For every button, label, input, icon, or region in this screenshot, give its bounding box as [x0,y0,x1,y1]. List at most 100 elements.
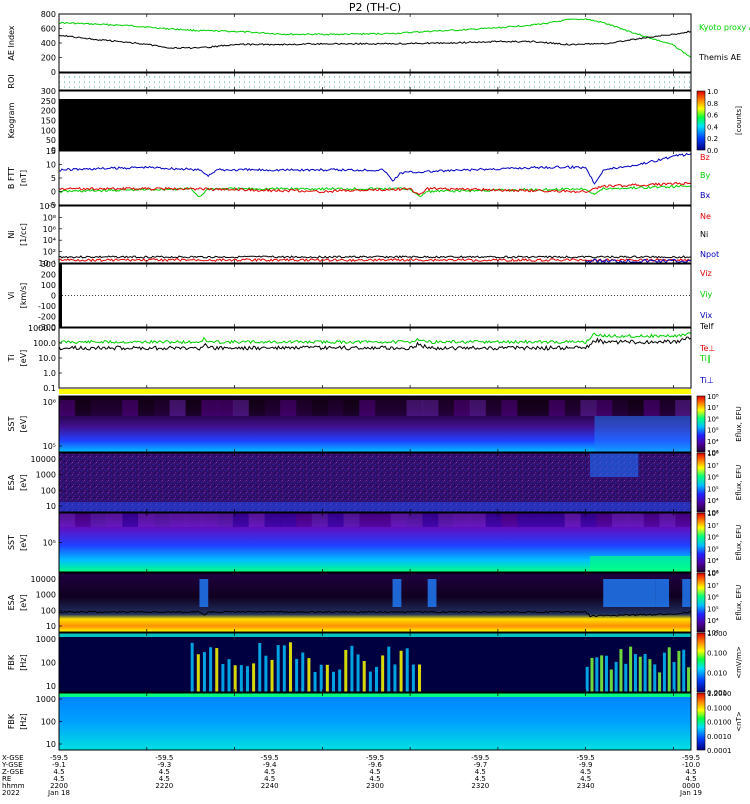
colorbar [696,90,706,151]
spectrogram-cell [185,513,202,527]
fbk-wave-bar [301,652,305,692]
colorbar [696,395,706,453]
colorbar-tick-label: 0.2 [707,135,718,143]
y-tick-label: 200 [41,271,56,280]
y-tick-label: 600 [41,25,56,34]
spectrogram-cell [580,400,597,416]
y-axis-unit: [nT] [19,170,28,186]
colorbar-tick-label: 0.100 [707,650,727,658]
bfield-series-line [58,184,692,198]
fbk-wave-bar [662,652,666,692]
spectrogram-cell [153,400,171,416]
spectrogram-cell [612,400,629,416]
y-tick-label: 1.0 [43,369,56,378]
y-tick-label: 10² [43,248,56,257]
spectrogram-cell [74,513,92,527]
spectrogram-cell [232,400,250,416]
y-tick-label: 10⁸ [43,213,56,222]
colorbar-tick-label: 10⁵ [707,485,719,493]
fbk-wave-bar [399,650,403,692]
spectrogram-cell [438,513,455,527]
x-axis-value: 2240 [261,782,279,790]
esa-low-band [59,502,691,512]
fbk-wave-bar [638,656,642,692]
spectrogram-cell [612,513,629,527]
y-axis-label: ESA [7,474,16,490]
y-axis-label: SST [7,416,16,431]
spectrogram-cell [217,400,234,416]
legend-ti-par: Ti‖ [699,354,711,363]
fbk-wave-bar [368,671,372,692]
y-axis-unit: [eV] [19,534,28,551]
esa-injection [655,579,670,607]
spectrogram-cell [201,513,218,527]
legend-npot: Npot [700,250,719,259]
fbk-wave-bar [653,664,657,692]
y-tick-label: 250 [41,97,56,106]
esa-burst [590,453,639,477]
fbk-top-band [59,693,691,697]
sst-green-band [590,556,691,572]
colorbar-tick-label: 0.4 [707,123,719,131]
x-axis-row-label: 2022 [2,789,20,797]
y-tick-label: 1000 [36,695,56,704]
spectrogram-cell [643,400,660,416]
colorbar-label: <nT> [735,711,743,732]
fbk-wave-bar [387,646,391,692]
legend-telf: Telf [699,322,714,331]
colorbar-tick-label: 10⁶ [707,415,719,423]
y-axis-label: Ti [7,355,16,363]
y-tick-label: 10⁵ [43,442,56,451]
themis-summary-plot: P2 (TH-C) 800 600 400 200 0 AE Index Kyoto prox… [0,0,750,800]
colorbar-label: Eflux, EFU [735,585,743,620]
fbk-wave-bar [344,649,348,692]
spectrogram-cell [675,513,692,527]
spectrogram-cell [390,513,408,527]
esa-injection [392,579,402,607]
y-tick-label: 0 [51,292,56,301]
y-axis-label: Vi [7,292,16,300]
fbk-wave-bar [196,654,200,692]
y-tick-label: 200 [41,107,56,116]
y-axis-label: Keogram [7,102,16,138]
fbk-wave-bar [633,654,637,692]
fbk-wave-bar [585,666,589,692]
colorbar-tick-label: 10⁴ [707,557,719,565]
fbk2-spectrogram [59,693,691,750]
legend-te-perp: Te⊥ [699,344,715,353]
y-tick-label: 10 [46,740,56,749]
spectrogram-cell [153,513,171,527]
colorbar-tick-label: 10⁸ [707,510,719,518]
spectrogram-cell [438,400,455,416]
colorbar-tick-label: 10⁶ [707,594,719,602]
fbk-wave-bar [258,643,262,692]
y-tick-label: 10⁴ [43,236,56,245]
legend-ni: Ni [700,230,708,239]
spectrogram-cell [201,400,218,416]
y-tick-label: 10⁵ [43,539,56,548]
spectrogram-cell [485,513,502,527]
spectrogram-cell [359,400,376,416]
spectrogram-cell [59,400,76,416]
fbk-wave-bar [190,642,194,692]
keogram-image [59,99,691,150]
colorbar-tick-label: 10⁷ [707,582,719,590]
y-tick-label: 100 [41,281,56,290]
spectrogram-cell [59,513,76,527]
fbk-wave-bar [331,671,335,692]
y-tick-label: 5 [51,174,56,183]
spectrogram-cell [390,400,408,416]
colorbar-tick-label: 10⁶ [707,474,719,482]
spectrogram-cell [548,400,566,416]
y-axis-unit: [eV] [19,594,28,611]
fbk-wave-bar [252,663,256,692]
fbk-wave-bar [609,669,613,692]
fbk-top-band [59,633,691,637]
spectrogram-cell [485,400,502,416]
fbk-wave-bar [381,655,385,692]
colorbar-tick-label: 0.0010 [707,733,732,741]
y-tick-label: -100 [38,302,56,311]
y-tick-label: 200 [41,54,56,63]
colorbar-tick-label: 10⁵ [707,605,719,613]
legend-ti-perp: Ti⊥ [699,376,714,385]
